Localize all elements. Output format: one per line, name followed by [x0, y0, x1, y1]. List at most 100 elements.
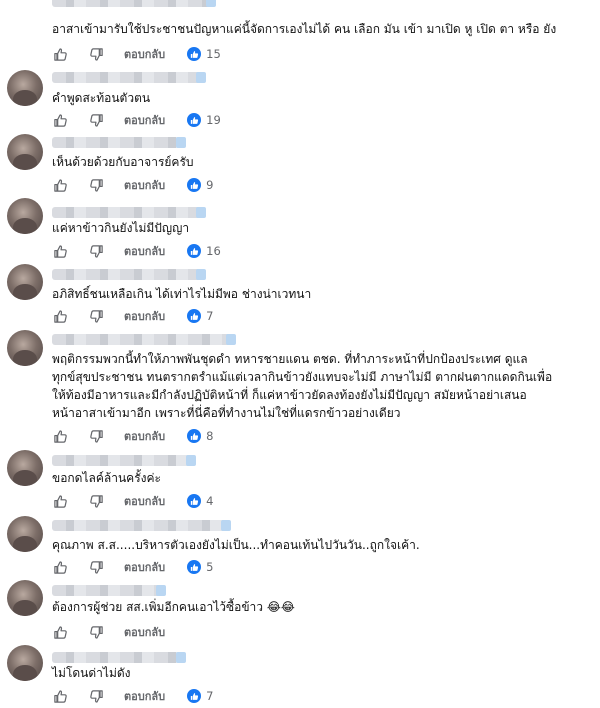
commenter-name-redacted[interactable]: [52, 455, 192, 466]
thumbs-down-icon[interactable]: [88, 493, 104, 509]
name-redaction-mark: [176, 652, 186, 663]
comment-text: อาสาเข้ามารับใช้ประชาชนปัญหาแค่นี้จัดการ…: [52, 22, 557, 36]
thumbs-up-icon[interactable]: [52, 46, 68, 62]
commenter-name-redacted[interactable]: [52, 137, 182, 148]
like-reaction-icon: [187, 309, 202, 323]
name-redaction-mark: [196, 269, 206, 280]
comment-actions: ตอบกลับ 9: [52, 175, 213, 195]
avatar[interactable]: [7, 264, 43, 300]
thumbs-down-icon[interactable]: [88, 428, 104, 444]
thumbs-down-icon[interactable]: [88, 243, 104, 259]
commenter-name-redacted[interactable]: [52, 269, 202, 280]
comment-actions: ตอบกลับ 8: [52, 426, 213, 446]
like-reaction-icon: [187, 178, 202, 192]
commenter-name-redacted[interactable]: [52, 334, 232, 345]
comment-text: อภิสิทธิ์ชนเหลือเกิน ได้เท่าไรไม่มีพอ ช่…: [52, 287, 312, 301]
avatar[interactable]: [7, 516, 43, 552]
commenter-name-redacted[interactable]: [52, 207, 202, 218]
like-count: 15: [206, 47, 221, 61]
thumbs-up-icon[interactable]: [52, 559, 68, 575]
reply-button[interactable]: ตอบกลับ: [124, 687, 165, 705]
reply-button[interactable]: ตอบกลับ: [124, 307, 165, 325]
comment-text: ต้องการผู้ช่วย สส.เพิ่มอีกคนเอาไว้ซื้อข้…: [52, 600, 295, 614]
reply-button[interactable]: ตอบกลับ: [124, 176, 165, 194]
like-count: 7: [206, 689, 214, 703]
thumbs-up-icon[interactable]: [52, 493, 68, 509]
thumbs-up-icon[interactable]: [52, 243, 68, 259]
like-count: 19: [206, 113, 221, 127]
comment-actions: ตอบกลับ 7: [52, 686, 213, 706]
avatar[interactable]: [7, 134, 43, 170]
like-count: 9: [206, 178, 214, 192]
thumbs-up-icon[interactable]: [52, 308, 68, 324]
comment-text: คุณภาพ ส.ส.....บริหารตัวเองยังไม่เป็น...…: [52, 538, 420, 552]
thumbs-down-icon[interactable]: [88, 177, 104, 193]
reply-button[interactable]: ตอบกลับ: [124, 111, 165, 129]
name-redaction-mark: [186, 455, 196, 466]
avatar[interactable]: [7, 580, 43, 616]
commenter-name-redacted[interactable]: [52, 520, 227, 531]
like-count: 16: [206, 244, 221, 258]
commenter-name-redacted[interactable]: [52, 652, 182, 663]
commenter-name-redacted[interactable]: [52, 585, 162, 596]
thumbs-down-icon[interactable]: [88, 112, 104, 128]
avatar[interactable]: [7, 450, 43, 486]
thumbs-down-icon[interactable]: [88, 688, 104, 704]
thumbs-down-icon[interactable]: [88, 559, 104, 575]
reaction-summary[interactable]: 16: [187, 244, 221, 258]
reply-button[interactable]: ตอบกลับ: [124, 427, 165, 445]
thumbs-down-icon[interactable]: [88, 46, 104, 62]
like-count: 7: [206, 309, 214, 323]
thumbs-up-icon[interactable]: [52, 112, 68, 128]
reaction-summary[interactable]: 5: [187, 560, 213, 574]
reply-button[interactable]: ตอบกลับ: [124, 242, 165, 260]
thumbs-up-icon[interactable]: [52, 177, 68, 193]
comment-actions: ตอบกลับ 5: [52, 557, 213, 577]
avatar[interactable]: [7, 645, 43, 681]
like-reaction-icon: [187, 689, 202, 703]
reaction-summary[interactable]: 15: [187, 47, 221, 61]
reaction-summary[interactable]: 9: [187, 178, 213, 192]
name-redaction-mark: [176, 137, 186, 148]
reaction-summary[interactable]: 8: [187, 429, 213, 443]
reply-button[interactable]: ตอบกลับ: [124, 45, 165, 63]
avatar[interactable]: [7, 198, 43, 234]
reply-button[interactable]: ตอบกลับ: [124, 623, 165, 641]
avatar[interactable]: [7, 330, 43, 366]
reaction-summary[interactable]: 19: [187, 113, 221, 127]
reaction-summary[interactable]: 4: [187, 494, 213, 508]
name-redaction-mark: [196, 72, 206, 83]
thumbs-down-icon[interactable]: [88, 624, 104, 640]
thumbs-up-icon[interactable]: [52, 624, 68, 640]
name-redaction-mark: [196, 207, 206, 218]
comment-actions: ตอบกลับ 4: [52, 491, 213, 511]
thumbs-down-icon[interactable]: [88, 308, 104, 324]
like-count: 5: [206, 560, 214, 574]
like-count: 8: [206, 429, 214, 443]
name-redaction-mark: [206, 0, 216, 7]
reply-button[interactable]: ตอบกลับ: [124, 558, 165, 576]
thumbs-up-icon[interactable]: [52, 688, 68, 704]
comment-text: พฤติกรรมพวกนี้ทำให้ภาพพันชุดดำ ทหารชายแด…: [52, 352, 553, 420]
comment-actions: ตอบกลับ 19: [52, 110, 221, 130]
reaction-summary[interactable]: 7: [187, 689, 213, 703]
comment-actions: ตอบกลับ: [52, 622, 187, 642]
thumbs-up-icon[interactable]: [52, 428, 68, 444]
reply-button[interactable]: ตอบกลับ: [124, 492, 165, 510]
commenter-name-redacted[interactable]: [52, 72, 202, 83]
comment-text: คำพูดสะท้อนตัวตน: [52, 91, 151, 105]
like-reaction-icon: [187, 429, 202, 443]
like-reaction-icon: [187, 244, 202, 258]
comment-actions: ตอบกลับ 7: [52, 306, 213, 326]
like-reaction-icon: [187, 47, 202, 61]
avatar[interactable]: [7, 70, 43, 106]
commenter-name-redacted[interactable]: [52, 0, 212, 7]
name-redaction-mark: [226, 334, 236, 345]
comment-text: แค่หาข้าวกินยังไม่มีปัญญา: [52, 221, 190, 235]
name-redaction-mark: [221, 520, 231, 531]
comment-text: ไม่โดนด่าไม่ดัง: [52, 666, 131, 680]
comment-text: ขอกดไลค์ล้านครั้งค่ะ: [52, 471, 161, 485]
comment-text: เห็นด้วยด้วยกับอาจารย์ครับ: [52, 155, 194, 169]
comment-actions: ตอบกลับ 15: [52, 44, 221, 64]
reaction-summary[interactable]: 7: [187, 309, 213, 323]
